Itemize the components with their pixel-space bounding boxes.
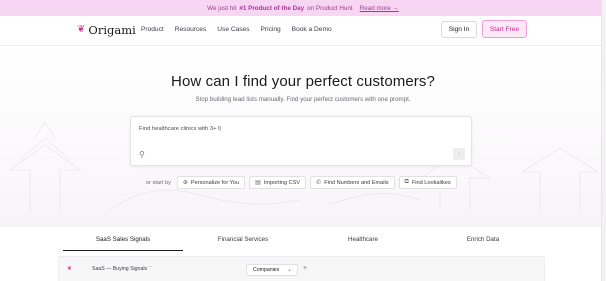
hero-subtitle: Stop building lead lists manually. Find …: [195, 96, 411, 103]
hero-title: How can I find your perfect customers?: [171, 73, 435, 90]
chip-import-csv[interactable]: ▤ Importing CSV: [249, 176, 307, 189]
send-arrow-icon[interactable]: ↑: [453, 148, 465, 160]
globe-icon: ⊕: [182, 180, 188, 186]
page-scrollbar[interactable]: [601, 0, 606, 281]
tab-enrich-data[interactable]: Enrich Data: [423, 231, 543, 251]
demo-panel: ❦ SaaS — Buying Signals ··· Companies ⌄ …: [58, 256, 545, 281]
nav-item-use-cases[interactable]: Use Cases: [217, 26, 249, 33]
nav-item-pricing[interactable]: Pricing: [261, 26, 281, 33]
top-nav: ❦ Origami Product Resources Use Cases Pr…: [0, 16, 606, 46]
paperclip-icon[interactable]: ⚲: [139, 150, 145, 159]
panel-title: SaaS — Buying Signals: [92, 266, 148, 272]
tab-healthcare[interactable]: Healthcare: [303, 231, 423, 251]
tab-saas-sales-signals[interactable]: SaaS Sales Signals: [63, 231, 183, 251]
entity-type-select[interactable]: Companies ⌄: [246, 264, 298, 276]
chip-personalize[interactable]: ⊕ Personalize for You: [176, 176, 246, 189]
banner-suffix: on Product Hunt: [307, 4, 353, 12]
prompt-text: Find healthcare clinics with 3+ l|: [139, 126, 221, 132]
nav-item-resources[interactable]: Resources: [175, 26, 207, 33]
prompt-input[interactable]: Find healthcare clinics with 3+ l| ⚲ ↑: [130, 116, 472, 166]
phone-icon: ✆: [316, 180, 322, 186]
sign-in-button[interactable]: Sign In: [441, 21, 477, 38]
nav-item-book-demo[interactable]: Book a Demo: [292, 26, 332, 33]
lookalike-icon: ⧉: [404, 179, 409, 185]
origami-logo-icon: ❦: [77, 24, 86, 35]
tab-financial-services[interactable]: Financial Services: [183, 231, 303, 251]
banner-prefix: We just hit: [207, 4, 237, 12]
announcement-banner[interactable]: We just hit #1 Product of the Day on Pro…: [0, 0, 606, 16]
chip-label: Find Lookalikes: [411, 179, 451, 186]
add-icon[interactable]: +: [303, 265, 307, 272]
start-free-button[interactable]: Start Free: [482, 20, 527, 38]
chip-label: Importing CSV: [263, 179, 301, 186]
brand-name: Origami: [88, 23, 136, 37]
banner-read-more-link[interactable]: Read more →: [360, 5, 399, 12]
use-case-tabs: SaaS Sales Signals Financial Services He…: [63, 231, 543, 251]
nav-item-product[interactable]: Product: [141, 26, 164, 33]
origami-small-logo-icon: ❦: [67, 266, 73, 272]
file-icon: ▤: [255, 180, 261, 186]
brand-logo[interactable]: ❦ Origami: [77, 23, 136, 37]
entity-type-value: Companies: [253, 267, 280, 273]
chevron-down-icon: ⌄: [286, 267, 292, 273]
nav-menu: Product Resources Use Cases Pricing Book…: [141, 26, 343, 33]
chip-find-lookalikes[interactable]: ⧉ Find Lookalikes: [398, 176, 457, 189]
chip-find-numbers[interactable]: ✆ Find Numbers and Emails: [310, 176, 395, 189]
banner-highlight: #1 Product of the Day: [239, 4, 305, 12]
chip-label: Personalize for You: [190, 179, 240, 186]
starter-options: or start by ⊕ Personalize for You ▤ Impo…: [146, 176, 457, 189]
more-options-icon[interactable]: ···: [147, 264, 153, 270]
starter-lead-text: or start by: [146, 179, 171, 186]
chip-label: Find Numbers and Emails: [324, 179, 389, 186]
